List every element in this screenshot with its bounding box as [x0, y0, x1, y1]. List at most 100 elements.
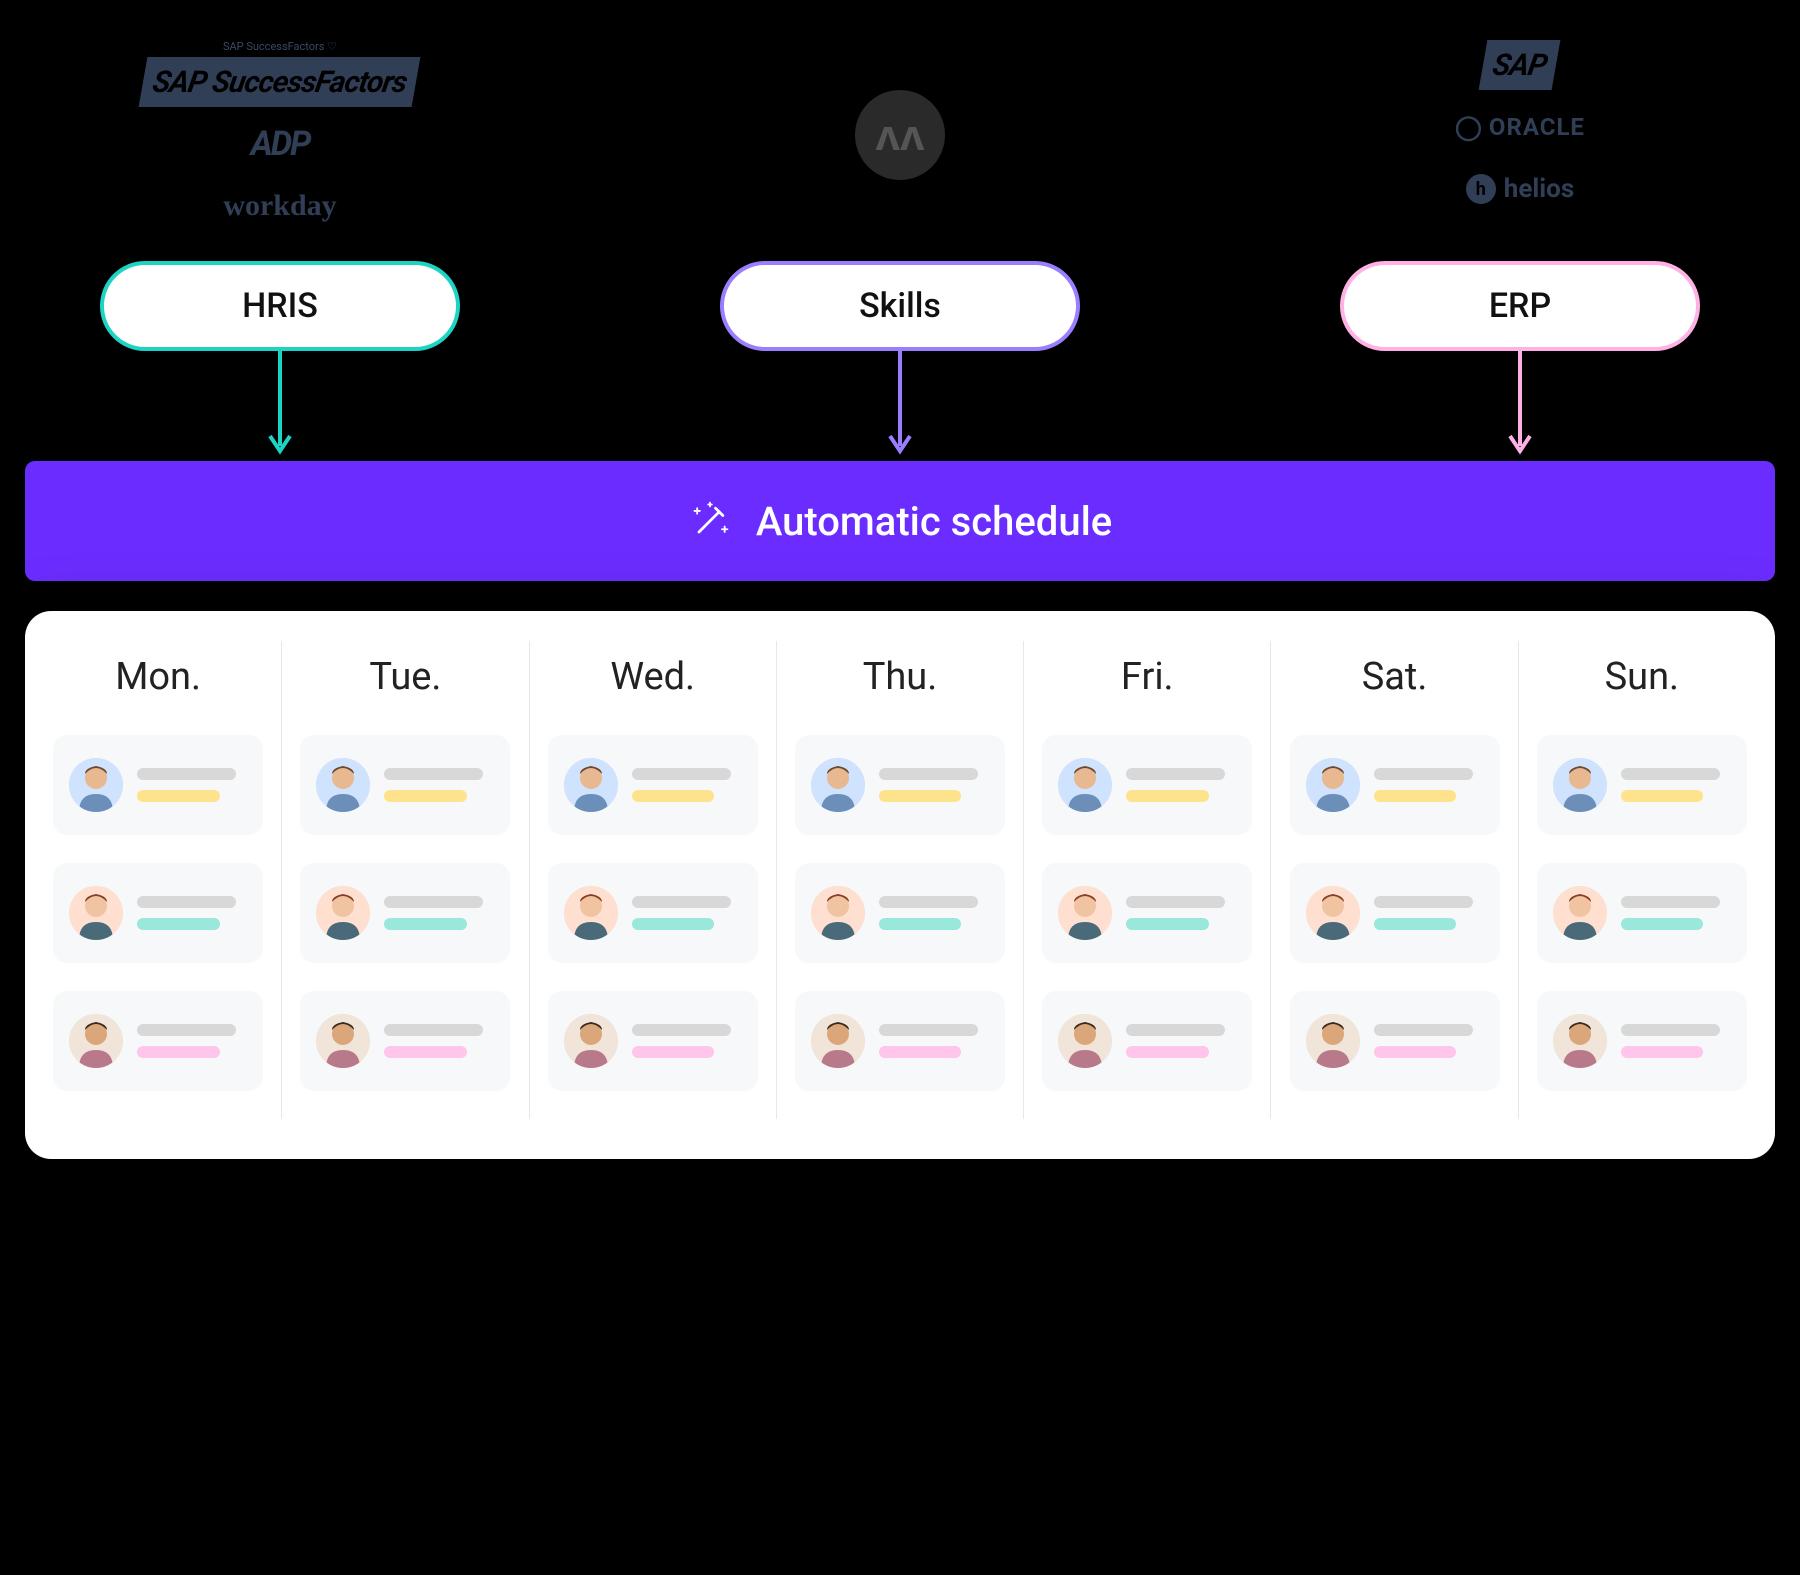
task-bars [137, 768, 247, 802]
task-bar-primary [879, 768, 978, 780]
task-bar-accent [632, 918, 715, 930]
avatar [1058, 886, 1112, 940]
sap-logo: SAP SuccessFactors [139, 57, 421, 107]
arrows-row [100, 351, 1700, 461]
wand-sparkle-icon [688, 499, 732, 543]
task-bar-accent [1374, 918, 1457, 930]
day-column: Fri. [1024, 641, 1271, 1119]
task-bar-primary [632, 1024, 731, 1036]
day-header: Wed. [610, 655, 695, 699]
task-bars [137, 1024, 247, 1058]
hris-pill: HRIS [100, 261, 460, 351]
task-bar-accent [137, 1046, 220, 1058]
task-bar-accent [1621, 918, 1704, 930]
task-bars [1374, 896, 1484, 930]
erp-pill-label: ERP [1489, 286, 1551, 326]
task-bars [1374, 768, 1484, 802]
schedule-task-card [300, 863, 510, 963]
schedule-task-card [795, 863, 1005, 963]
day-header: Tue. [369, 655, 441, 699]
arrow-down-icon [885, 351, 915, 461]
workday-logo: workday [223, 181, 336, 231]
schedule-task-card [1537, 991, 1747, 1091]
avatar [69, 1014, 123, 1068]
task-bar-primary [384, 768, 483, 780]
skills-logo-glyph: ᴧᴧ [876, 109, 925, 161]
day-header: Thu. [863, 655, 938, 699]
task-bars [879, 1024, 989, 1058]
skills-logo-col: ᴧᴧ [720, 40, 1080, 231]
task-bar-primary [1621, 768, 1720, 780]
day-header: Fri. [1121, 655, 1174, 699]
erp-pill: ERP [1340, 261, 1700, 351]
avatar [1306, 886, 1360, 940]
avatar [316, 1014, 370, 1068]
task-bars [1126, 768, 1236, 802]
task-bar-primary [1374, 768, 1473, 780]
avatar [1553, 758, 1607, 812]
task-bar-primary [1374, 896, 1473, 908]
day-header: Mon. [115, 655, 201, 699]
task-bar-primary [879, 896, 978, 908]
schedule-task-card [795, 991, 1005, 1091]
task-bars [1621, 1024, 1731, 1058]
day-column: Wed. [530, 641, 777, 1119]
task-bar-accent [879, 918, 962, 930]
banner-label: Automatic schedule [756, 498, 1112, 545]
sources-row: SAP SuccessFactors ♡ SAP SuccessFactors … [100, 40, 1700, 231]
avatar [1058, 758, 1112, 812]
day-column: Thu. [777, 641, 1024, 1119]
task-bar-accent [384, 1046, 467, 1058]
avatar [564, 886, 618, 940]
oracle-logo: ORACLE [1455, 102, 1585, 152]
skills-pill-label: Skills [859, 286, 941, 326]
task-bar-accent [632, 790, 715, 802]
schedule-task-card [548, 991, 758, 1091]
arrow-down-icon [1505, 351, 1535, 461]
schedule-task-card [53, 991, 263, 1091]
sap-successfactors-label: SAP SuccessFactors ♡ [223, 40, 337, 53]
day-column: Mon. [35, 641, 282, 1119]
task-bar-primary [137, 1024, 236, 1036]
task-bar-accent [384, 790, 467, 802]
avatar [1058, 1014, 1112, 1068]
day-column: Tue. [282, 641, 529, 1119]
task-bar-accent [1621, 1046, 1704, 1058]
task-bars [1126, 1024, 1236, 1058]
day-header: Sat. [1362, 655, 1428, 699]
avatar [316, 758, 370, 812]
avatar [69, 886, 123, 940]
avatar [1306, 1014, 1360, 1068]
task-bar-accent [1621, 790, 1704, 802]
day-column: Sat. [1271, 641, 1518, 1119]
task-bar-accent [137, 918, 220, 930]
schedule-task-card [1537, 735, 1747, 835]
hris-logos: SAP SuccessFactors ♡ SAP SuccessFactors … [100, 40, 460, 231]
task-bars [1126, 896, 1236, 930]
task-bars [632, 768, 742, 802]
avatar [811, 1014, 865, 1068]
skills-pill: Skills [720, 261, 1080, 351]
adp-logo: ADP [251, 119, 310, 169]
schedule-task-card [795, 735, 1005, 835]
task-bar-primary [632, 896, 731, 908]
task-bars [384, 768, 494, 802]
task-bar-accent [632, 1046, 715, 1058]
schedule-task-card [1290, 863, 1500, 963]
task-bar-primary [1126, 768, 1225, 780]
avatar [69, 758, 123, 812]
schedule-task-card [1290, 991, 1500, 1091]
task-bar-primary [1621, 1024, 1720, 1036]
schedule-task-card [1042, 735, 1252, 835]
task-bars [137, 896, 247, 930]
task-bar-primary [137, 896, 236, 908]
schedule-task-card [1290, 735, 1500, 835]
avatar [1553, 886, 1607, 940]
schedule-card: Mon. Tue. Wed. Thu. Fri. Sat. Sun. [25, 611, 1775, 1159]
task-bar-accent [1126, 1046, 1209, 1058]
avatar [564, 758, 618, 812]
avatar [564, 1014, 618, 1068]
day-header: Sun. [1605, 655, 1680, 699]
task-bar-accent [1126, 790, 1209, 802]
task-bar-accent [137, 790, 220, 802]
